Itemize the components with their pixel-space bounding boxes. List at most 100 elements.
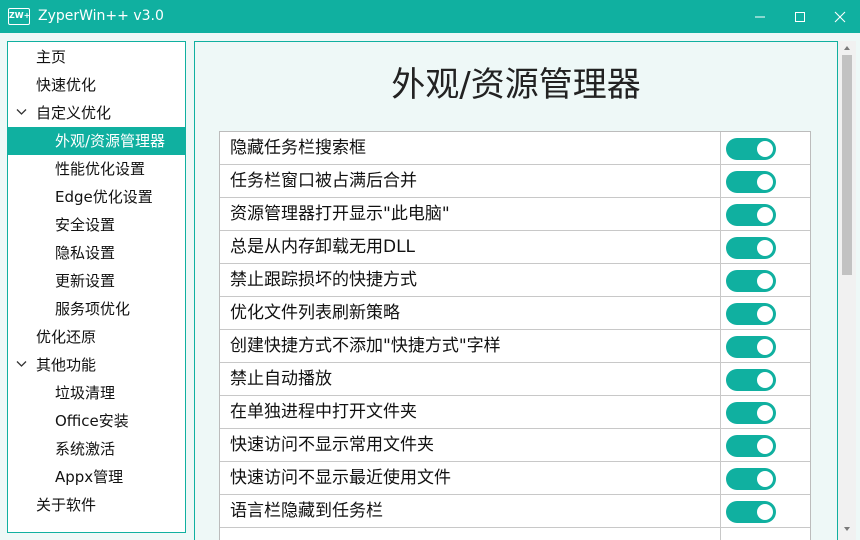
- sidebar-item[interactable]: 服务项优化: [8, 295, 185, 323]
- column-divider: [720, 165, 721, 198]
- setting-toggle[interactable]: [726, 237, 776, 259]
- sidebar-item-label: 性能优化设置: [55, 160, 146, 178]
- sidebar-item[interactable]: Edge优化设置: [8, 183, 185, 211]
- toggle-knob: [757, 438, 773, 454]
- setting-toggle[interactable]: [726, 468, 776, 490]
- sidebar-item[interactable]: Appx管理: [8, 463, 185, 491]
- column-divider: [720, 363, 721, 396]
- sidebar-item-label: Appx管理: [55, 468, 124, 486]
- sidebar-item[interactable]: 自定义优化: [8, 99, 185, 127]
- sidebar-item-label: 其他功能: [36, 356, 97, 374]
- sidebar-item[interactable]: 主页: [8, 43, 185, 71]
- setting-row: [220, 528, 810, 540]
- sidebar-item-label: 主页: [36, 48, 67, 66]
- toggle-knob: [757, 504, 773, 520]
- setting-toggle[interactable]: [726, 369, 776, 391]
- sidebar-item[interactable]: 关于软件: [8, 491, 185, 519]
- settings-table: 隐藏任务栏搜索框 任务栏窗口被占满后合并 资源管理器打开显示"此电脑" 总是从内存卸载…: [219, 131, 811, 540]
- setting-row: 创建快捷方式不添加"快捷方式"字样: [220, 330, 810, 363]
- minimize-icon: [755, 16, 765, 17]
- setting-toggle[interactable]: [726, 501, 776, 523]
- sidebar-item[interactable]: 垃圾清理: [8, 379, 185, 407]
- vertical-scrollbar[interactable]: [838, 41, 856, 540]
- sidebar-item-label: 隐私设置: [55, 244, 116, 262]
- setting-toggle[interactable]: [726, 204, 776, 226]
- sidebar-item[interactable]: 系统激活: [8, 435, 185, 463]
- column-divider: [720, 297, 721, 330]
- sidebar-item[interactable]: 优化还原: [8, 323, 185, 351]
- scroll-up-arrow-icon[interactable]: [843, 45, 851, 51]
- setting-toggle[interactable]: [726, 402, 776, 424]
- setting-row: 在单独进程中打开文件夹: [220, 396, 810, 429]
- setting-toggle[interactable]: [726, 435, 776, 457]
- sidebar-item-label: 垃圾清理: [55, 384, 116, 402]
- sidebar-item[interactable]: 性能优化设置: [8, 155, 185, 183]
- setting-toggle[interactable]: [726, 270, 776, 292]
- setting-label: 任务栏窗口被占满后合并: [230, 171, 417, 191]
- setting-row: 优化文件列表刷新策略: [220, 297, 810, 330]
- toggle-knob: [757, 405, 773, 421]
- setting-row: 总是从内存卸载无用DLL: [220, 231, 810, 264]
- toggle-knob: [757, 240, 773, 256]
- setting-toggle[interactable]: [726, 138, 776, 160]
- scrollbar-thumb[interactable]: [842, 55, 852, 275]
- sidebar-item[interactable]: 安全设置: [8, 211, 185, 239]
- sidebar-item-label: Office安装: [55, 412, 129, 430]
- setting-row: 任务栏窗口被占满后合并: [220, 165, 810, 198]
- sidebar-item-label: 自定义优化: [36, 104, 112, 122]
- setting-label: 在单独进程中打开文件夹: [230, 402, 417, 422]
- setting-toggle[interactable]: [726, 336, 776, 358]
- maximize-icon: [795, 11, 805, 22]
- window-title: ZyperWin++ v3.0: [38, 8, 164, 24]
- minimize-button[interactable]: [740, 0, 780, 33]
- sidebar-item[interactable]: 外观/资源管理器: [8, 127, 185, 155]
- chevron-down-icon[interactable]: [16, 108, 27, 116]
- setting-label: 语言栏隐藏到任务栏: [230, 501, 383, 521]
- sidebar-item[interactable]: Office安装: [8, 407, 185, 435]
- setting-row: 禁止跟踪损坏的快捷方式: [220, 264, 810, 297]
- setting-label: 快速访问不显示常用文件夹: [230, 435, 434, 455]
- setting-row: 快速访问不显示最近使用文件: [220, 462, 810, 495]
- sidebar-item-label: 更新设置: [55, 272, 116, 290]
- setting-label: 禁止跟踪损坏的快捷方式: [230, 270, 417, 290]
- setting-toggle[interactable]: [726, 303, 776, 325]
- sidebar-item-label: 快速优化: [36, 76, 97, 94]
- sidebar-item-label: 系统激活: [55, 440, 116, 458]
- toggle-knob: [757, 372, 773, 388]
- sidebar-item-label: Edge优化设置: [55, 188, 153, 206]
- page-title: 外观/资源管理器: [391, 65, 641, 105]
- main-content: 外观/资源管理器 隐藏任务栏搜索框 任务栏窗口被占满后合并 资源管理器打开显示"此电…: [194, 41, 838, 540]
- sidebar-item[interactable]: 其他功能: [8, 351, 185, 379]
- setting-label: 总是从内存卸载无用DLL: [230, 237, 416, 257]
- toggle-knob: [757, 306, 773, 322]
- sidebar-item-label: 服务项优化: [55, 300, 131, 318]
- toggle-knob: [757, 174, 773, 190]
- column-divider: [720, 330, 721, 363]
- sidebar-nav: 主页快速优化自定义优化外观/资源管理器性能优化设置 Edge优化设置 安全设置隐私设…: [7, 41, 186, 533]
- sidebar-item-label: 关于软件: [36, 496, 97, 514]
- setting-row: 语言栏隐藏到任务栏: [220, 495, 810, 528]
- column-divider: [720, 528, 721, 540]
- maximize-button[interactable]: [780, 0, 820, 33]
- sidebar-item[interactable]: 快速优化: [8, 71, 185, 99]
- close-button[interactable]: [820, 0, 860, 33]
- app-logo-icon: ZW+: [8, 8, 30, 25]
- sidebar-item[interactable]: 隐私设置: [8, 239, 185, 267]
- column-divider: [720, 462, 721, 495]
- scroll-down-arrow-icon[interactable]: [843, 526, 851, 532]
- column-divider: [720, 198, 721, 231]
- chevron-down-icon[interactable]: [16, 360, 27, 368]
- toggle-knob: [757, 471, 773, 487]
- column-divider: [720, 396, 721, 429]
- setting-toggle[interactable]: [726, 171, 776, 193]
- column-divider: [720, 132, 721, 165]
- title-bar: ZW+ ZyperWin++ v3.0: [0, 0, 860, 33]
- toggle-knob: [757, 339, 773, 355]
- setting-label: 创建快捷方式不添加"快捷方式"字样: [230, 336, 501, 356]
- setting-label: 禁止自动播放: [230, 369, 332, 389]
- close-icon: [834, 11, 846, 22]
- toggle-knob: [757, 207, 773, 223]
- sidebar-item[interactable]: 更新设置: [8, 267, 185, 295]
- setting-row: 隐藏任务栏搜索框: [220, 132, 810, 165]
- sidebar-item-label: 安全设置: [55, 216, 116, 234]
